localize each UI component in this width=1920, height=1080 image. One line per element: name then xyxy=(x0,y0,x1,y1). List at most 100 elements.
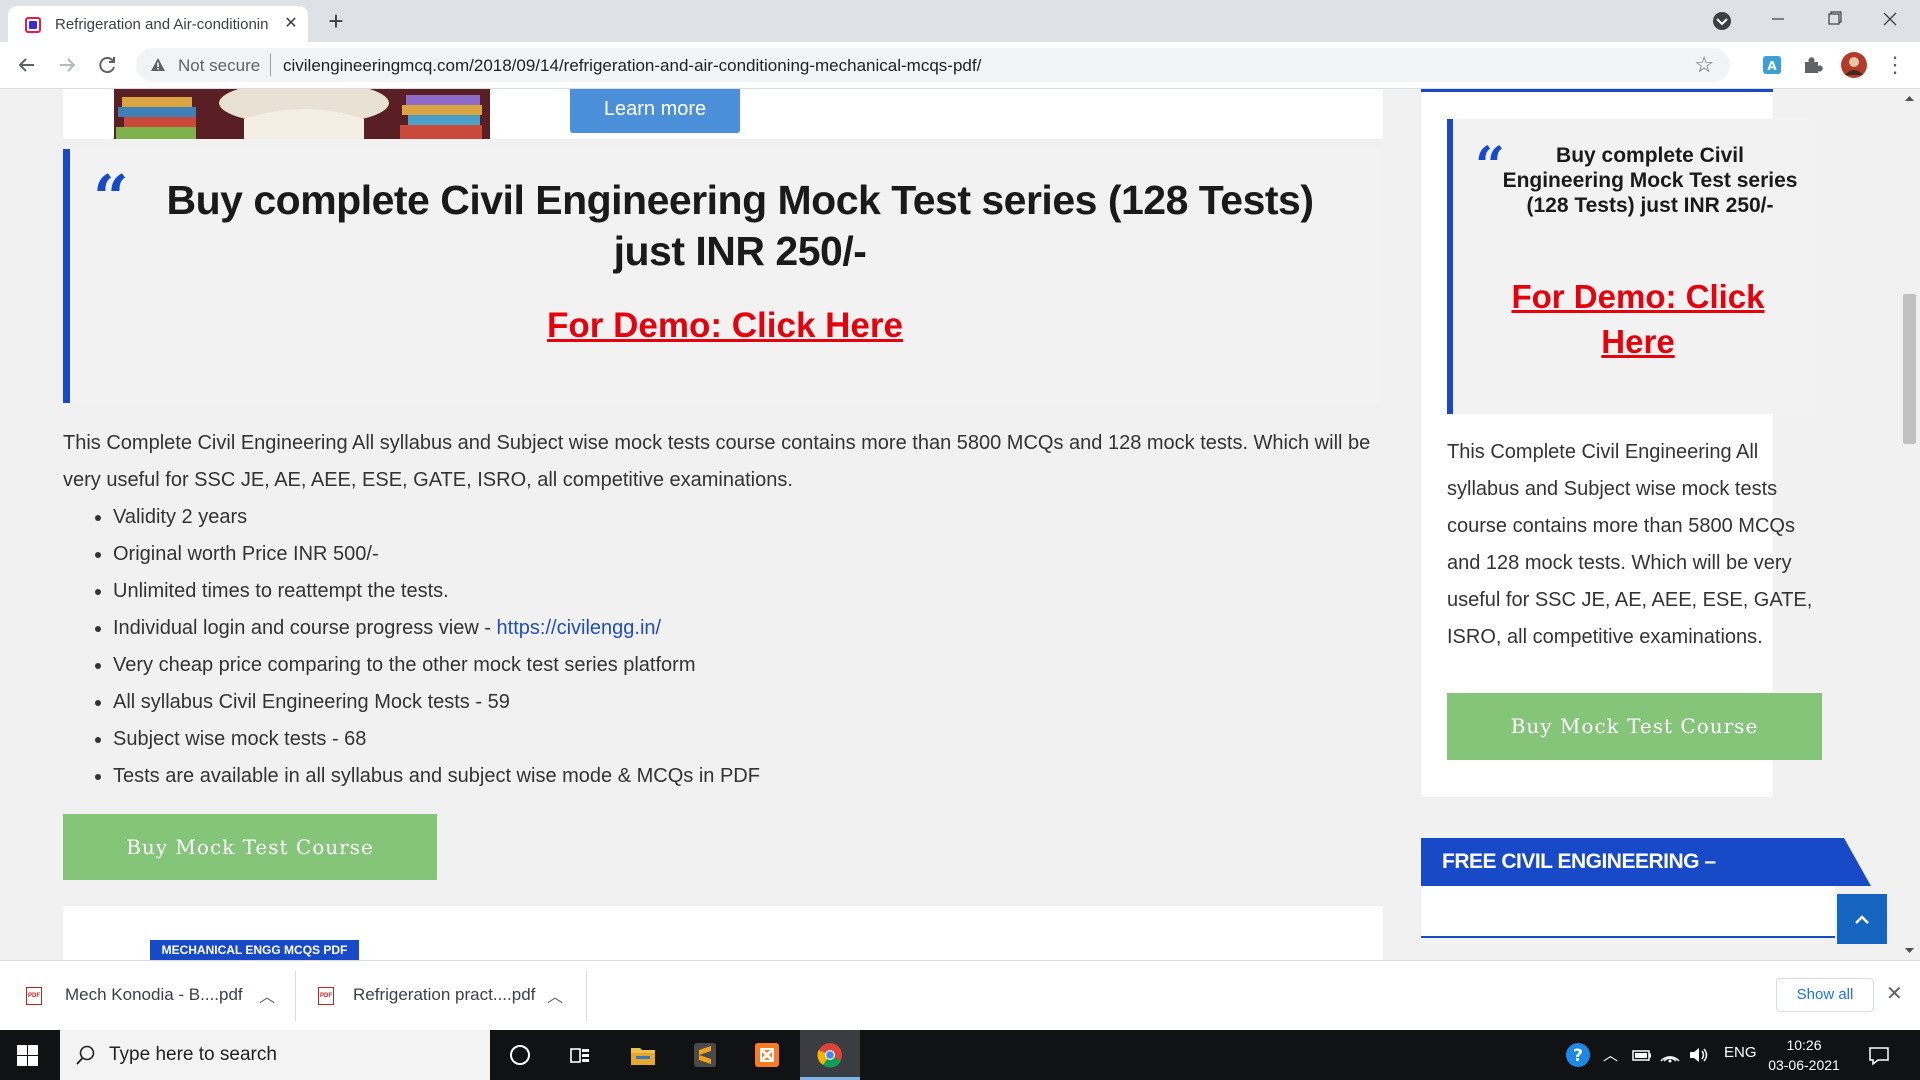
url-divider xyxy=(270,54,271,76)
scroll-to-top-button[interactable] xyxy=(1837,894,1887,944)
back-button[interactable] xyxy=(12,50,42,80)
reload-icon xyxy=(99,57,115,74)
sublime-text-icon[interactable] xyxy=(690,1040,720,1070)
bookmark-star-icon[interactable]: ☆ xyxy=(1694,52,1714,78)
restore-icon xyxy=(1828,11,1842,25)
list-item: Original worth Price INR 500/- xyxy=(113,536,760,573)
address-bar[interactable]: Not secure civilengineeringmcq.com/2018/… xyxy=(136,48,1730,82)
menu-kebab-icon[interactable]: ⋮ xyxy=(1880,50,1910,80)
back-arrow-icon xyxy=(18,58,34,72)
taskbar-search-box[interactable]: Type here to search xyxy=(60,1030,490,1080)
feature-list: Validity 2 years Original worth Price IN… xyxy=(63,499,760,795)
tray-chevron-up-icon[interactable]: ︿ xyxy=(1603,1044,1618,1065)
battery-icon[interactable] xyxy=(1627,1040,1657,1070)
web-page: Learn more “ Buy complete Civil Engineer… xyxy=(0,89,1920,960)
free-civil-card xyxy=(1421,886,1835,938)
search-placeholder: Type here to search xyxy=(109,1044,277,1065)
list-item: Validity 2 years xyxy=(113,499,760,536)
chevron-up-icon xyxy=(1855,915,1869,924)
list-item-text: Individual login and course progress vie… xyxy=(113,617,497,639)
restore-button[interactable] xyxy=(1806,0,1862,42)
sidebar-promo-title: Buy complete Civil Engineering Mock Test… xyxy=(1502,144,1798,217)
chevron-up-icon[interactable]: ︿ xyxy=(259,983,275,1007)
scroll-arrows-icon xyxy=(1905,96,1914,953)
download-filename: Mech Konodia - B....pdf xyxy=(65,985,243,1004)
forward-button[interactable] xyxy=(52,50,82,80)
list-item: Subject wise mock tests - 68 xyxy=(113,721,760,758)
download-bar: PDF Mech Konodia - B....pdf ︿ PDF Refrig… xyxy=(0,960,1920,1031)
reload-button[interactable] xyxy=(92,50,122,80)
warning-icon xyxy=(151,58,165,71)
extensions-puzzle-icon[interactable] xyxy=(1801,54,1823,76)
pdf-file-icon: PDF xyxy=(26,987,42,1005)
cortana-icon[interactable] xyxy=(505,1040,535,1070)
new-tab-button[interactable]: + xyxy=(322,8,350,36)
course-description: This Complete Civil Engineering All syll… xyxy=(63,432,1371,491)
url-text[interactable]: civilengineeringmcq.com/2018/09/14/refri… xyxy=(283,56,981,76)
browser-tab[interactable]: Refrigeration and Air-conditionin ✕ xyxy=(8,6,308,42)
list-item: Individual login and course progress vie… xyxy=(113,610,760,647)
clock-time: 10:26 xyxy=(1786,1037,1822,1053)
download-item[interactable]: PDF Mech Konodia - B....pdf ︿ xyxy=(0,961,295,1031)
close-download-bar-icon[interactable]: ✕ xyxy=(1886,981,1903,1006)
clock-date: 03-06-2021 xyxy=(1768,1057,1840,1073)
minimize-icon xyxy=(1772,18,1784,20)
site-favicon-icon xyxy=(25,17,41,33)
demo-link[interactable]: For Demo: Click Here xyxy=(70,306,1380,346)
task-view-icon[interactable] xyxy=(565,1040,595,1070)
download-divider xyxy=(586,971,587,1021)
sidebar-buy-button[interactable]: Buy Mock Test Course xyxy=(1447,693,1822,760)
minimize-button[interactable] xyxy=(1750,0,1806,42)
browser-tab-strip: Refrigeration and Air-conditionin ✕ + xyxy=(0,0,1920,42)
close-window-button[interactable] xyxy=(1862,0,1918,42)
tab-close-icon[interactable]: ✕ xyxy=(281,14,301,34)
civilengg-link[interactable]: https://civilengg.in/ xyxy=(497,617,662,639)
pdf-file-icon: PDF xyxy=(318,987,334,1005)
xampp-icon[interactable] xyxy=(752,1040,782,1070)
close-icon xyxy=(1883,12,1897,26)
search-icon xyxy=(76,1045,95,1065)
chrome-taskbar-button[interactable] xyxy=(800,1030,860,1080)
free-civil-heading: FREE CIVIL ENGINEERING – xyxy=(1421,838,1871,886)
promo-title: Buy complete Civil Engineering Mock Test… xyxy=(166,177,1314,274)
volume-icon[interactable] xyxy=(1683,1040,1713,1070)
sidebar-accent-line xyxy=(1421,89,1773,92)
language-indicator[interactable]: ENG xyxy=(1724,1044,1757,1061)
windows-start-icon[interactable] xyxy=(17,1045,38,1066)
list-item: Very cheap price comparing to the other … xyxy=(113,647,760,684)
quote-icon: “ xyxy=(93,161,129,234)
notifications-icon[interactable] xyxy=(1864,1040,1894,1070)
wifi-icon[interactable] xyxy=(1655,1040,1685,1070)
buy-mock-test-button[interactable]: Buy Mock Test Course xyxy=(63,814,437,880)
svg-text:A: A xyxy=(1767,59,1777,73)
list-item: Tests are available in all syllabus and … xyxy=(113,758,760,795)
browser-toolbar: Not secure civilengineeringmcq.com/2018/… xyxy=(0,42,1920,89)
download-item[interactable]: PDF Refrigeration pract....pdf ︿ xyxy=(296,961,586,1031)
scrollbar-thumb[interactable] xyxy=(1903,294,1916,444)
chevron-up-icon[interactable]: ︿ xyxy=(547,983,563,1007)
sidebar-description: This Complete Civil Engineering All syll… xyxy=(1447,441,1813,648)
ad-books-image[interactable] xyxy=(114,89,490,139)
system-clock[interactable]: 10:26 03-06-2021 xyxy=(1764,1035,1844,1075)
chrome-icon xyxy=(817,1043,842,1068)
forward-arrow-icon xyxy=(60,58,76,72)
list-item: All syllabus Civil Engineering Mock test… xyxy=(113,684,760,721)
file-explorer-icon[interactable] xyxy=(628,1040,658,1070)
tab-search-button[interactable] xyxy=(1694,0,1750,42)
show-all-downloads-button[interactable]: Show all xyxy=(1776,978,1874,1012)
tab-search-icon xyxy=(1713,12,1731,30)
extension-a-icon[interactable]: A xyxy=(1761,54,1783,76)
books-illustration xyxy=(114,89,490,139)
security-label[interactable]: Not secure xyxy=(178,56,260,76)
promo-blockquote: “ Buy complete Civil Engineering Mock Te… xyxy=(63,149,1383,403)
learn-more-button[interactable]: Learn more xyxy=(570,89,740,133)
profile-avatar[interactable] xyxy=(1841,52,1867,78)
svg-text:?: ? xyxy=(1573,1046,1583,1066)
download-filename: Refrigeration pract....pdf xyxy=(353,985,536,1004)
help-icon[interactable]: ? xyxy=(1563,1040,1593,1070)
tab-title: Refrigeration and Air-conditionin xyxy=(55,16,269,33)
sidebar-promo-blockquote: “ Buy complete Civil Engineering Mock Te… xyxy=(1447,119,1810,414)
page-scrollbar[interactable] xyxy=(1899,89,1920,960)
category-badge[interactable]: MECHANICAL ENGG MCQS PDF xyxy=(150,940,359,960)
sidebar-demo-link[interactable]: For Demo: Click Here xyxy=(1473,274,1803,364)
